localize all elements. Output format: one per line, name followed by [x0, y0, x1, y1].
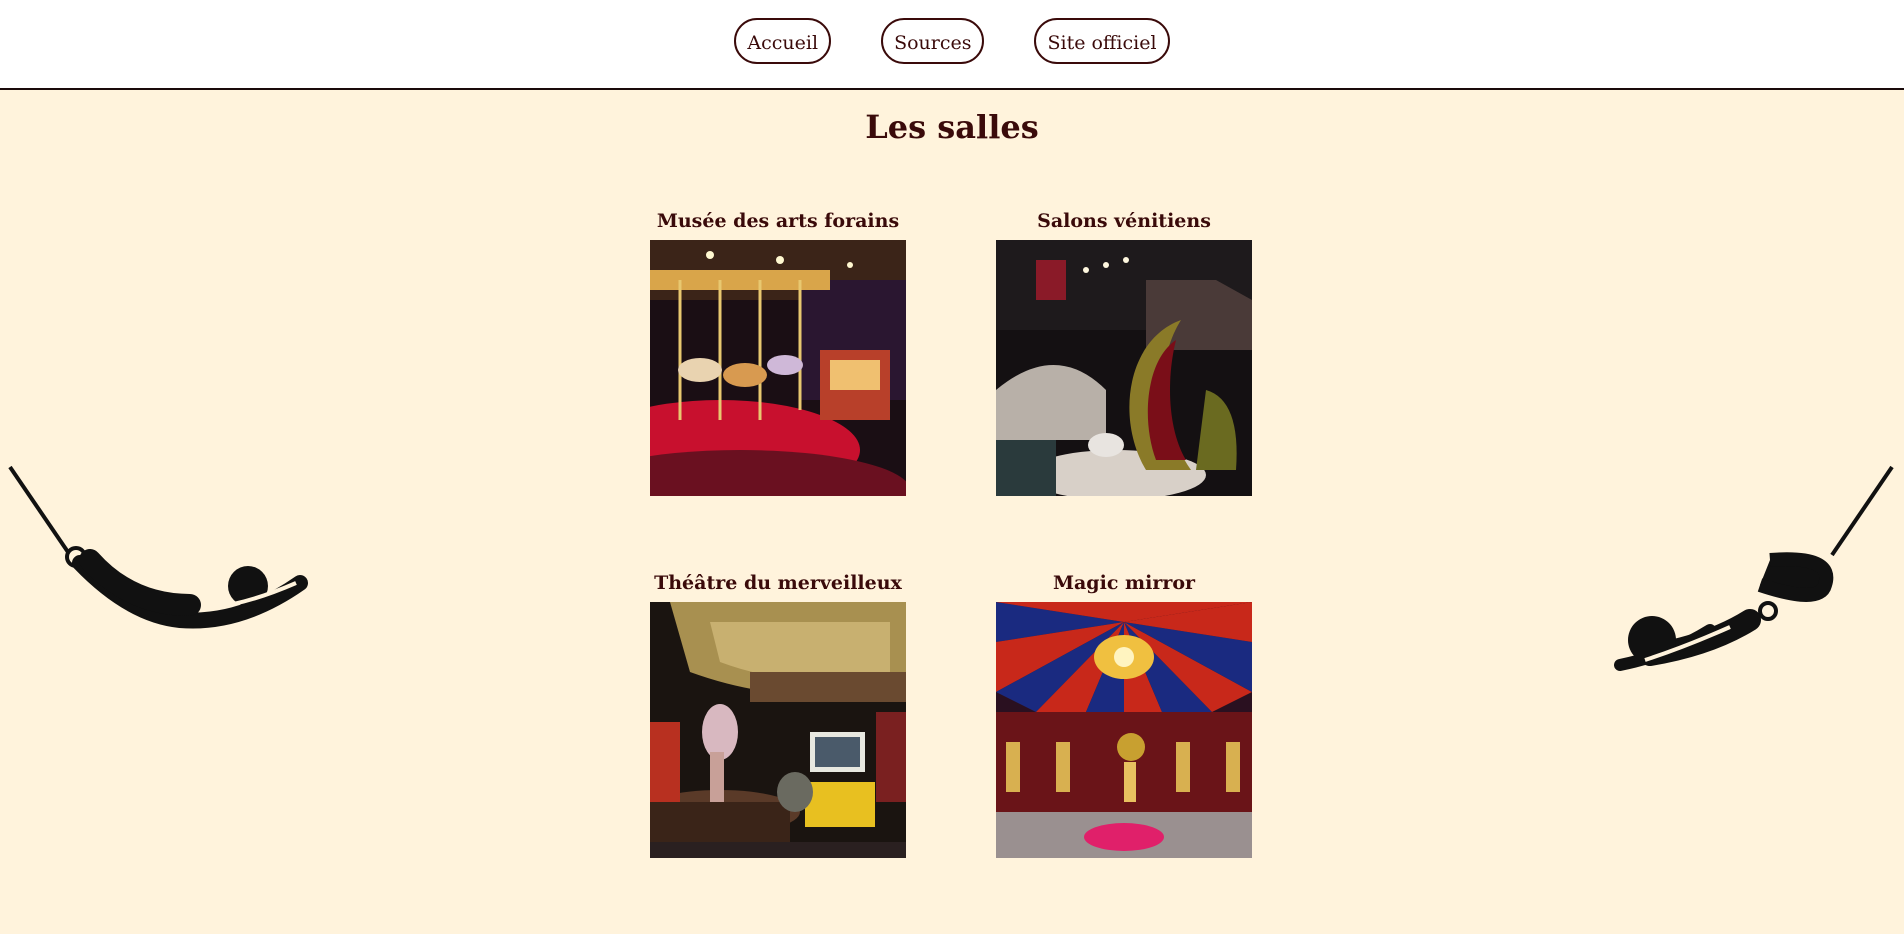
rooms-grid: Musée des arts forains Salons vénitiens …: [640, 208, 1266, 858]
room-card: Salons vénitiens: [996, 208, 1252, 496]
room-title: Musée des arts forains: [656, 210, 900, 232]
carousel-photo[interactable]: [650, 240, 906, 496]
page-title: Les salles: [865, 108, 1039, 146]
acrobat-left-illustration: [0, 455, 320, 639]
room-title: Salons vénitiens: [1037, 210, 1211, 232]
room-card: Musée des arts forains: [650, 208, 906, 496]
room-card: Théâtre du merveilleux: [650, 570, 906, 858]
main-nav: Accueil Sources Site officiel: [0, 18, 1904, 64]
nav-site-officiel-button[interactable]: Site officiel: [1034, 18, 1170, 64]
magic-mirror-tent-photo[interactable]: [996, 602, 1252, 858]
theatre-photo[interactable]: [650, 602, 906, 858]
acrobat-right-illustration: [1600, 455, 1904, 719]
venetian-salon-photo[interactable]: [996, 240, 1252, 496]
room-card: Magic mirror: [996, 570, 1252, 858]
nav-sources-button[interactable]: Sources: [881, 18, 985, 64]
nav-accueil-button[interactable]: Accueil: [734, 18, 832, 64]
room-title: Théâtre du merveilleux: [654, 572, 902, 594]
top-navigation-bar: Accueil Sources Site officiel: [0, 0, 1904, 90]
room-title: Magic mirror: [1052, 572, 1196, 594]
